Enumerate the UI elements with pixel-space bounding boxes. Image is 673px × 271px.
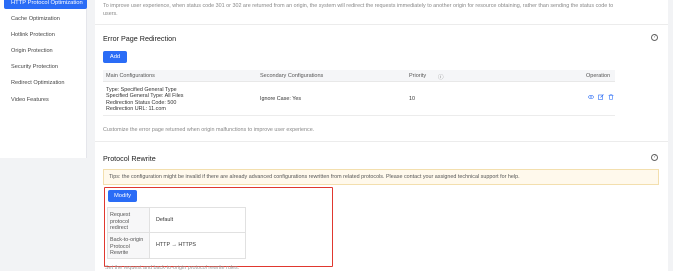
table-row: Request protocol redirect Default <box>108 208 245 233</box>
sidebar-item-http-protocol-optimization[interactable]: HTTP Protocol Optimization <box>4 0 87 9</box>
table-header: Main Configurations Secondary Configurat… <box>103 70 615 82</box>
eye-icon[interactable] <box>588 94 594 100</box>
add-button[interactable]: Add <box>103 51 127 63</box>
main-config-line: Redirection Status Code: 500 <box>106 99 177 106</box>
sidebar-item-redirect-optimization[interactable]: Redirect Optimization <box>11 80 64 86</box>
modify-button[interactable]: Modify <box>108 190 137 202</box>
back-to-origin-rewrite-label: Back-to-origin Protocol Rewrite <box>108 233 150 258</box>
sidebar-item-cache-optimization[interactable]: Cache Optimization <box>11 16 60 22</box>
sidebar-item-security-protection[interactable]: Security Protection <box>11 64 58 70</box>
main-panel: To improve user experience, when status … <box>95 0 668 271</box>
sidebar: HTTP Protocol Optimization Cache Optimiz… <box>0 0 87 158</box>
divider <box>95 141 668 142</box>
back-to-origin-rewrite-value: HTTP → HTTPS <box>156 242 197 248</box>
request-protocol-redirect-label: Request protocol redirect <box>108 208 150 232</box>
secondary-config-cell: Ignore Case: Yes <box>260 96 302 102</box>
table-row: Type: Specified General Type Specified G… <box>103 82 615 116</box>
main-config-cell: Type: Specified General Type Specified G… <box>106 87 184 112</box>
sidebar-item-hotlink-protection[interactable]: Hotlink Protection <box>11 32 55 38</box>
error-page-note: Customize the error page returned when o… <box>103 127 315 133</box>
tips-text: Tips: the configuration might be invalid… <box>109 174 520 180</box>
column-header-operation: Operation <box>586 73 611 79</box>
sidebar-item-video-features[interactable]: Video Features <box>11 97 49 103</box>
sidebar-item-origin-protection[interactable]: Origin Protection <box>11 48 53 54</box>
column-header-secondary: Secondary Configurations <box>260 73 324 79</box>
priority-cell: 10 <box>409 96 415 102</box>
edit-icon[interactable] <box>598 94 604 100</box>
main-config-line: Specified General Type: All Files <box>106 93 184 100</box>
protocol-rewrite-table: Request protocol redirect Default Back-t… <box>107 207 246 259</box>
section-title-error-page: Error Page Redirection <box>103 34 177 43</box>
column-header-priority: Priority <box>409 73 427 79</box>
table-row: Back-to-origin Protocol Rewrite HTTP → H… <box>108 233 245 258</box>
section-title-protocol-rewrite: Protocol Rewrite <box>103 154 156 163</box>
request-protocol-redirect-value: Default <box>156 217 174 223</box>
help-circle-icon[interactable]: ? <box>651 154 658 161</box>
main-config-line: Redirection URL: 11.com <box>106 105 166 112</box>
trash-icon[interactable] <box>608 94 614 100</box>
column-header-main: Main Configurations <box>106 73 155 79</box>
help-circle-icon[interactable]: ? <box>651 34 658 41</box>
divider <box>95 24 668 25</box>
redirect-intro-text: To improve user experience, when status … <box>103 3 614 17</box>
tips-banner: Tips: the configuration might be invalid… <box>103 169 659 185</box>
protocol-rewrite-footer: Set the request and back-to-origin proto… <box>105 265 240 271</box>
priority-help-icon[interactable]: ⓘ <box>438 73 444 81</box>
